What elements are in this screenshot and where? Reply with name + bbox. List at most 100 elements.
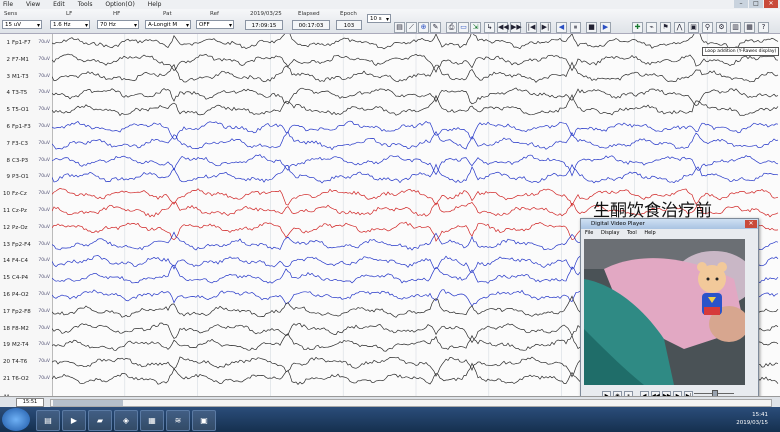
channel-label[interactable]: 3 M1-T3 70uV <box>0 71 52 83</box>
stop-icon[interactable]: ■ <box>586 22 597 33</box>
minimize-icon[interactable]: – <box>734 0 748 8</box>
taskbar-eeg-icon[interactable]: ≋ <box>166 410 190 431</box>
marker-icon[interactable]: ⚑ <box>660 22 671 33</box>
menu-help[interactable]: Help <box>145 1 162 8</box>
rewind-fast-icon[interactable]: ◀◀ <box>497 22 509 33</box>
channel-name: C3-P3 <box>12 157 29 164</box>
filter-icon[interactable]: ⌁ <box>646 22 657 33</box>
player-menu-display[interactable]: Display <box>601 230 619 236</box>
channel-label[interactable]: 8 C3-P3 70uV <box>0 155 52 167</box>
clock-date: 2019/03/15 <box>736 420 768 426</box>
channel-label[interactable]: 2 F7-M1 70uV <box>0 54 52 66</box>
channel-label[interactable]: 9 P3-O1 70uV <box>0 171 52 183</box>
ruler-icon[interactable]: ⟋ <box>406 22 417 33</box>
channel-sensitivity: 70uV <box>38 275 50 281</box>
edit-icon[interactable]: ✎ <box>430 22 441 33</box>
ref-select[interactable]: OFF <box>196 20 234 30</box>
menu-tools[interactable]: Tools <box>75 1 93 8</box>
taskbar-explorer-icon[interactable]: ▤ <box>36 410 60 431</box>
channel-label-column: 1 Fp1-F7 70uV 2 F7-M1 70uV 3 M1-T3 70uV 4 T3-T5 70u… <box>0 34 53 396</box>
channel-label[interactable]: 6 Fp1-F3 70uV <box>0 121 52 133</box>
sens-select[interactable]: 15 uV <box>2 20 42 30</box>
chart-icon[interactable]: ▥ <box>730 22 741 33</box>
pattern-select[interactable]: A-Longit M <box>145 20 191 30</box>
spike-icon[interactable]: ⋀ <box>674 22 685 33</box>
channel-name: T5-O1 <box>12 107 29 114</box>
page-icon[interactable]: ▤ <box>394 22 405 33</box>
cursor-icon[interactable]: ⊕ <box>418 22 429 33</box>
time-field: 17:09:15 <box>245 20 283 30</box>
taskbar-video-icon[interactable]: ▣ <box>192 410 216 431</box>
channel-label[interactable]: 14 F4-C4 70uV <box>0 255 52 267</box>
channel-label[interactable]: 12 Pz-Oz 70uV <box>0 222 52 234</box>
close-icon[interactable]: ✕ <box>764 0 778 8</box>
channel-label[interactable]: 17 Fp2-F8 70uV <box>0 306 52 318</box>
channel-label[interactable]: 10 Fz-Cz 70uV <box>0 188 52 200</box>
menu-edit[interactable]: Edit <box>50 1 65 8</box>
forward-fast-icon[interactable]: ▶▶ <box>510 22 522 33</box>
channel-number: 10 <box>3 191 10 198</box>
system-clock[interactable]: 15:41 2019/03/15 <box>736 411 768 427</box>
settings-icon[interactable]: ⚙ <box>716 22 727 33</box>
print-icon[interactable]: ⎙ <box>446 22 457 33</box>
player-menu-tool[interactable]: Tool <box>627 230 637 236</box>
channel-number: 6 <box>6 124 11 130</box>
help-icon[interactable]: ? <box>758 22 769 33</box>
channel-name: C4-P4 <box>12 275 29 282</box>
menu-view[interactable]: View <box>23 1 40 8</box>
channel-sensitivity: 70uV <box>38 208 50 213</box>
lf-select[interactable]: 1.6 Hz <box>50 20 90 30</box>
channel-label[interactable]: 13 Fp2-F4 70uV <box>0 239 52 251</box>
channel-number: 12 <box>3 224 10 231</box>
channel-label[interactable]: 16 P4-O2 70uV <box>0 289 52 301</box>
exit-icon[interactable]: ↳ <box>484 22 495 33</box>
channel-sensitivity: 70uV <box>38 191 50 197</box>
channel-number: 9 <box>6 174 11 181</box>
monitor-icon[interactable]: ▭ <box>458 22 469 33</box>
channel-number: 4 <box>6 90 11 97</box>
channel-label[interactable]: 4 T3-T5 70uV <box>0 87 52 99</box>
timespan-select[interactable]: 10 s <box>367 14 391 24</box>
zoom-icon[interactable]: ⚲ <box>702 22 713 33</box>
channel-label[interactable]: 15 C4-P4 70uV <box>0 272 52 284</box>
player-menu-file[interactable]: File <box>585 230 593 236</box>
channel-sensitivity: 70uV <box>38 342 50 348</box>
channel-sensitivity: 70uV <box>38 308 50 314</box>
channel-label[interactable]: 5 T5-O1 70uV <box>0 104 52 116</box>
taskbar-app-icon[interactable]: ◈ <box>114 410 138 431</box>
maximize-icon[interactable]: □ <box>749 0 763 8</box>
taskbar-folder-icon[interactable]: ▰ <box>88 410 112 431</box>
grid-icon[interactable]: ▦ <box>744 22 755 33</box>
channel-sensitivity: 70uV <box>38 140 50 146</box>
menu-file[interactable]: File <box>0 1 13 8</box>
next-page-icon[interactable]: ▶| <box>540 22 551 33</box>
player-close-icon[interactable]: ✕ <box>745 220 757 228</box>
scroll-thumb[interactable] <box>53 400 123 406</box>
channel-label[interactable]: 19 M2-T4 70uV <box>0 339 52 351</box>
start-button[interactable] <box>2 408 30 431</box>
play-icon[interactable]: ▶ <box>600 22 611 33</box>
taskbar-doc-icon[interactable]: ▦ <box>140 410 164 431</box>
channel-label[interactable]: 11 Cz-Pz 70uV <box>0 205 52 217</box>
play-back-icon[interactable]: ◀ <box>556 22 567 33</box>
prev-page-icon[interactable]: |◀ <box>526 22 537 33</box>
channel-label[interactable]: 18 F8-M2 70uV <box>0 323 52 335</box>
channel-label[interactable]: 21 T6-O2 70uV <box>0 373 52 385</box>
scroll-track[interactable] <box>50 399 772 407</box>
channel-label[interactable]: 20 T4-T6 70uV <box>0 356 52 368</box>
channel-name: F8-M2 <box>12 325 29 332</box>
player-menu-help[interactable]: Help <box>644 230 655 236</box>
channel-name: F7-M1 <box>12 56 29 63</box>
taskbar-media-icon[interactable]: ▶ <box>62 410 86 431</box>
montage-icon[interactable]: ✚ <box>632 22 643 33</box>
menu-option[interactable]: Option(O) <box>102 1 134 8</box>
video-icon[interactable]: ▣ <box>688 22 699 33</box>
channel-number: 15 <box>3 275 10 282</box>
time-scrollbar[interactable]: 15:51 <box>0 396 780 407</box>
export-icon[interactable]: ⇲ <box>470 22 481 33</box>
channel-label[interactable]: 7 F3-C3 70uV <box>0 138 52 150</box>
channel-label[interactable]: 1 Fp1-F7 70uV <box>0 37 52 49</box>
ref-label: Ref <box>210 11 219 17</box>
hf-select[interactable]: 70 Hz <box>97 20 139 30</box>
pause-icon[interactable]: ⏸ <box>570 22 581 33</box>
